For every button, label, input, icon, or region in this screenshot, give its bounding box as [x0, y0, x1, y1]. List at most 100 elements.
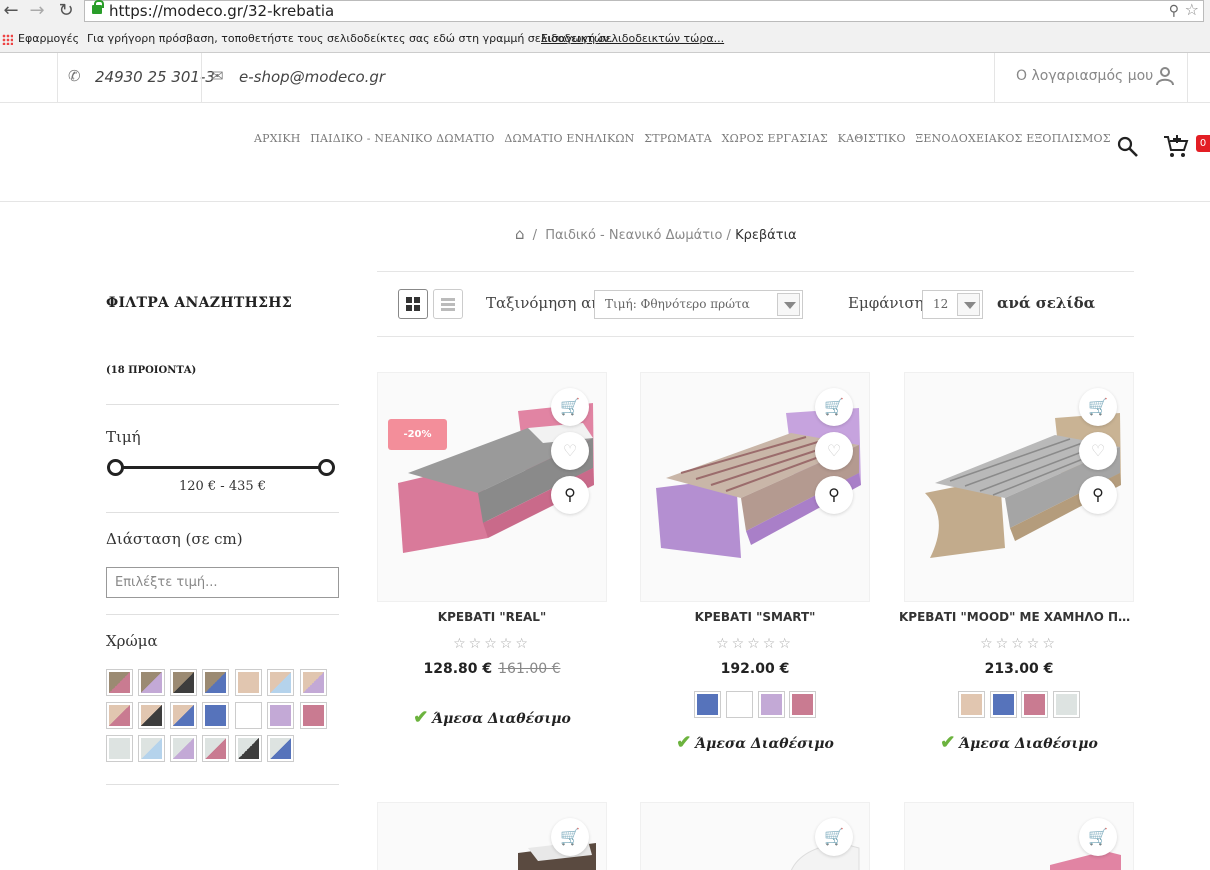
rating-stars: ☆☆☆☆☆ — [453, 636, 531, 652]
import-bookmarks-link[interactable]: Εισαγωγή σελιδοδεικτών τώρα... — [541, 27, 724, 51]
price-slider-min-handle[interactable] — [107, 459, 124, 476]
breadcrumb-current: Κρεβάτια — [735, 228, 797, 243]
add-to-cart-icon[interactable]: 🛒 — [815, 388, 853, 426]
color-swatch[interactable] — [235, 669, 262, 696]
menu-item-home[interactable]: ΑΡΧΙΚΗ — [254, 132, 301, 145]
list-view-button[interactable] — [433, 289, 463, 319]
color-swatch[interactable] — [694, 691, 721, 718]
lock-icon — [92, 0, 104, 14]
quick-view-icon[interactable]: ⚲ — [551, 476, 589, 514]
search-icon[interactable] — [1117, 136, 1139, 158]
color-swatch[interactable] — [267, 669, 294, 696]
apps-icon[interactable] — [2, 34, 13, 45]
availability-text: Άμεσα Διαθέσιμο — [432, 711, 571, 727]
color-swatch[interactable] — [106, 669, 133, 696]
menu-item-kids-room[interactable]: ΠΑΙΔΙΚΟ - ΝΕΑΝΙΚΟ ΔΩΜΑΤΙΟ — [310, 132, 494, 145]
account-link[interactable]: Ο λογαριασμός μου — [1016, 68, 1153, 84]
color-swatch[interactable] — [202, 735, 229, 762]
add-to-cart-icon[interactable]: 🛒 — [551, 818, 589, 856]
phone-icon: ✆ — [68, 68, 81, 85]
availability: ✔ Άμεσα Διαθέσιμο — [899, 732, 1139, 753]
user-icon[interactable] — [1156, 66, 1174, 86]
quick-view-icon[interactable]: ⚲ — [815, 476, 853, 514]
browser-chrome: ← → ↻ https://modeco.gr/32-krebatia ⚲ ☆ … — [0, 0, 1210, 53]
show-label: Εμφάνιση — [848, 294, 924, 312]
grid-view-button[interactable] — [398, 289, 428, 319]
price-slider-max-handle[interactable] — [318, 459, 335, 476]
availability-text: Άμεσα Διαθέσιμο — [959, 736, 1098, 752]
color-swatch[interactable] — [958, 691, 985, 718]
color-swatch[interactable] — [726, 691, 753, 718]
color-swatch[interactable] — [138, 735, 165, 762]
menu-item-hotel[interactable]: ΞΕΝΟΔΟΧΕΙΑΚΟΣ ΕΞΟΠΛΙΣΜΟΣ — [915, 132, 1110, 145]
color-swatch[interactable] — [267, 702, 294, 729]
old-price: 161.00 € — [498, 661, 561, 677]
color-swatch[interactable] — [300, 702, 327, 729]
rating-stars: ☆☆☆☆☆ — [716, 636, 794, 652]
color-swatch[interactable] — [170, 735, 197, 762]
product-price: 128.80 € 161.00 € — [372, 661, 612, 677]
dimension-select[interactable]: Επιλέξτε τιμή... — [106, 567, 339, 598]
dimension-facet-label: Διάσταση (σε cm) — [106, 530, 243, 548]
url-bar[interactable]: https://modeco.gr/32-krebatia ⚲ ☆ — [84, 0, 1204, 22]
menu-item-living-room[interactable]: ΚΑΘΙΣΤΙΚΟ — [838, 132, 906, 145]
home-icon[interactable]: ⌂ — [515, 225, 525, 243]
current-price: 128.80 € — [423, 661, 493, 677]
per-page-value: 12 — [933, 297, 949, 311]
menu-item-workspace[interactable]: ΧΩΡΟΣ ΕΡΓΑΣΙΑΣ — [722, 132, 828, 145]
per-page-label: ανά σελίδα — [997, 294, 1096, 312]
check-icon: ✔ — [413, 707, 429, 728]
color-swatch[interactable] — [990, 691, 1017, 718]
color-swatch[interactable] — [235, 702, 262, 729]
star-icon[interactable]: ☆ — [1185, 0, 1199, 20]
reload-icon[interactable]: ↻ — [55, 0, 77, 22]
sort-select-value: Τιμή: Φθηνότερο πρώτα — [605, 297, 750, 311]
color-swatch[interactable] — [267, 735, 294, 762]
color-swatch[interactable] — [758, 691, 785, 718]
email-address[interactable]: e-shop@modeco.gr — [239, 68, 385, 86]
contact-bar: ✆ 24930 25 301-3 ✉ e-shop@modeco.gr Ο λο… — [0, 53, 1210, 103]
menu-item-mattresses[interactable]: ΣΤΡΩΜΑΤΑ — [644, 132, 712, 145]
check-icon: ✔ — [676, 732, 692, 753]
color-swatch[interactable] — [1053, 691, 1080, 718]
color-swatch[interactable] — [138, 702, 165, 729]
bookmarks-bar: Εφαρμογές Για γρήγορη πρόσβαση, τοποθετή… — [0, 27, 1210, 51]
color-swatch[interactable] — [300, 669, 327, 696]
chevron-down-icon — [957, 293, 980, 316]
color-swatch[interactable] — [138, 669, 165, 696]
color-swatch[interactable] — [235, 735, 262, 762]
color-swatch[interactable] — [1021, 691, 1048, 718]
availability: ✔ Άμεσα Διαθέσιμο — [635, 732, 875, 753]
color-swatch[interactable] — [202, 702, 229, 729]
color-swatch[interactable] — [106, 735, 133, 762]
cart-icon[interactable] — [1163, 133, 1189, 159]
add-to-cart-icon[interactable]: 🛒 — [1079, 818, 1117, 856]
zoom-icon[interactable]: ⚲ — [1169, 1, 1179, 21]
color-swatch[interactable] — [789, 691, 816, 718]
heart-icon[interactable]: ♡ — [815, 432, 853, 470]
color-swatch[interactable] — [202, 669, 229, 696]
phone-number[interactable]: 24930 25 301-3 — [95, 68, 215, 86]
add-to-cart-icon[interactable]: 🛒 — [551, 388, 589, 426]
product-name[interactable]: ΚΡΕΒΑΤΙ "MOOD" ΜΕ ΧΑΜΗΛΟ ΠΟΔ... — [899, 610, 1136, 624]
menu-item-adult-room[interactable]: ΔΩΜΑΤΙΟ ΕΝΗΛΙΚΩΝ — [504, 132, 634, 145]
mail-icon: ✉ — [211, 68, 224, 85]
breadcrumb-parent[interactable]: Παιδικό - Νεανικό Δωμάτιο — [545, 228, 722, 243]
color-swatch[interactable] — [106, 702, 133, 729]
discount-badge: -20% — [388, 419, 447, 450]
add-to-cart-icon[interactable]: 🛒 — [1079, 388, 1117, 426]
heart-icon[interactable]: ♡ — [1079, 432, 1117, 470]
color-swatch[interactable] — [170, 669, 197, 696]
add-to-cart-icon[interactable]: 🛒 — [815, 818, 853, 856]
forward-icon[interactable]: → — [26, 0, 48, 22]
back-icon[interactable]: ← — [0, 0, 22, 22]
cart-count-badge: 0 — [1196, 135, 1210, 152]
apps-label[interactable]: Εφαρμογές — [18, 27, 79, 51]
per-page-select[interactable]: 12 — [922, 290, 983, 319]
sort-select[interactable]: Τιμή: Φθηνότερο πρώτα — [594, 290, 803, 319]
product-name[interactable]: ΚΡΕΒΑΤΙ "REAL" — [372, 610, 612, 624]
product-name[interactable]: ΚΡΕΒΑΤΙ "SMART" — [635, 610, 875, 624]
quick-view-icon[interactable]: ⚲ — [1079, 476, 1117, 514]
heart-icon[interactable]: ♡ — [551, 432, 589, 470]
color-swatch[interactable] — [170, 702, 197, 729]
